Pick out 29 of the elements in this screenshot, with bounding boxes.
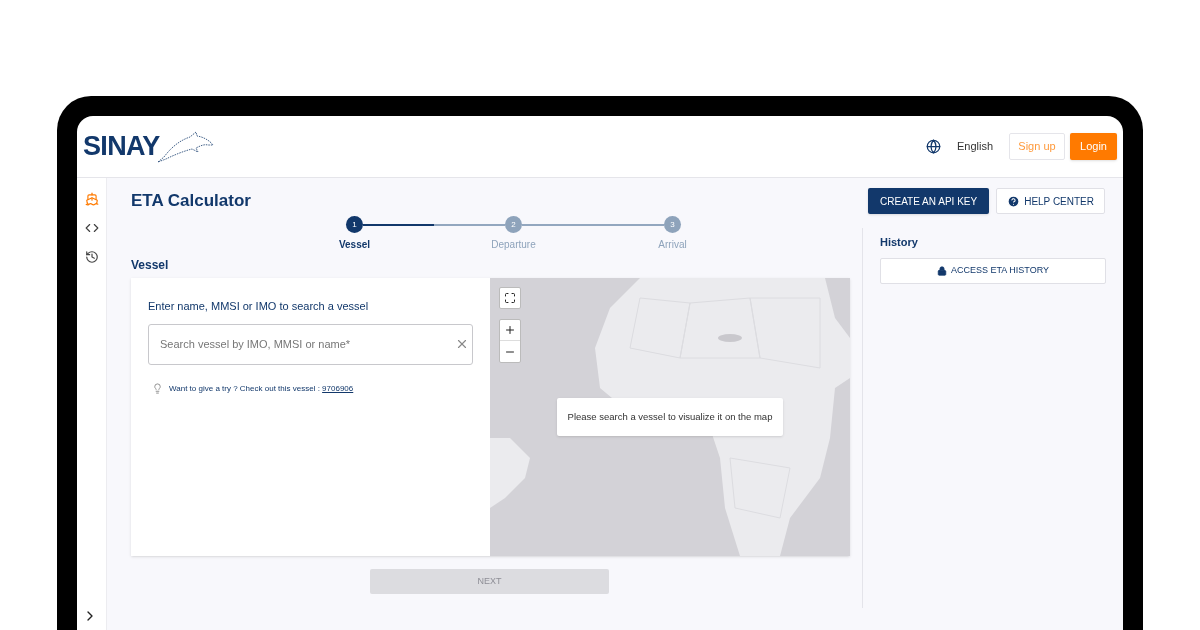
create-api-key-button[interactable]: CREATE AN API KEY: [868, 188, 990, 214]
globe-icon[interactable]: [925, 139, 941, 154]
access-history-button[interactable]: ACCESS ETA HISTORY: [880, 257, 1106, 284]
vessel-link[interactable]: 9706906: [322, 383, 354, 393]
step-number: 2: [505, 216, 522, 233]
fullscreen-icon: [504, 292, 516, 304]
lock-icon: [937, 265, 947, 276]
hint-text: Want to give a try ? Check out this vessel : 9706906: [169, 382, 354, 395]
step-label: Arrival: [658, 238, 687, 252]
language-selector[interactable]: English: [956, 138, 993, 155]
lightbulb-icon: [152, 383, 163, 394]
fullscreen-button[interactable]: [499, 287, 521, 309]
step-label: Departure: [491, 238, 536, 252]
history-title: History: [880, 235, 919, 250]
step-label: Vessel: [338, 238, 371, 252]
page-title: ETA Calculator: [131, 190, 251, 213]
section-title: Vessel: [131, 257, 170, 274]
logo-wordmark: SINAY: [83, 130, 160, 164]
search-label: Enter name, MMSI or IMO to search a vessel: [148, 299, 370, 314]
ship-icon[interactable]: [84, 192, 99, 206]
history-icon[interactable]: [84, 250, 99, 264]
step-number: 1: [346, 216, 363, 233]
help-icon: [1007, 194, 1021, 208]
help-center-button[interactable]: HELP CENTER: [996, 188, 1105, 214]
plus-icon: [504, 324, 516, 336]
code-icon[interactable]: [84, 221, 99, 235]
vessel-search-field[interactable]: Search vessel by IMO, MMSI or name*: [148, 323, 473, 365]
step-number: 3: [664, 216, 681, 233]
map-message: Please search a vessel to visualize it on the map: [557, 398, 783, 436]
